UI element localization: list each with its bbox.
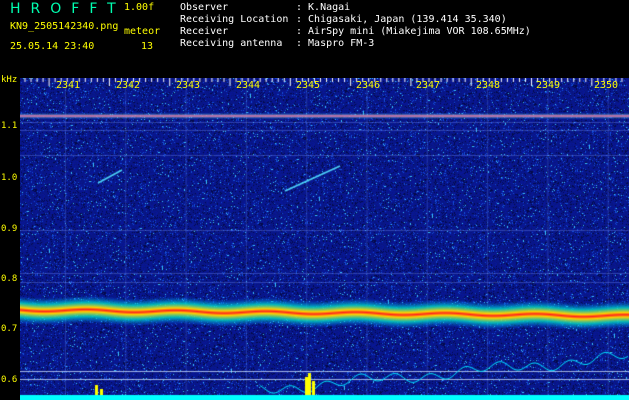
header-panel: HROFFT 1.00f KN9_2505142340.png 25.05.14… [0,0,629,78]
x-tick-label: 2343 [176,80,201,91]
x-tick-label: 2342 [116,80,141,91]
x-tick-label: 2349 [536,80,561,91]
x-tick-label: 2341 [56,80,81,91]
y-tick-label: 0.8 [1,274,18,284]
info-label-observer: Observer [180,2,229,13]
spectrogram [20,78,629,400]
info-label-antenna: Receiving antenna [180,38,283,49]
meteor-count: 13 [141,41,154,52]
x-tick-label: 2350 [594,80,619,91]
y-axis-unit: kHz [1,75,18,85]
info-value-location: : Chigasaki, Japan (139.414 35.340) [296,14,507,25]
y-tick-label: 1.0 [1,173,18,183]
info-value-observer: : K.Nagai [296,2,351,13]
info-label-location: Receiving Location [180,14,289,25]
info-label-receiver: Receiver [180,26,229,37]
app-logo: HROFFT [10,1,126,17]
x-tick-label: 2345 [296,80,321,91]
date-time: 25.05.14 23:40 [10,41,95,52]
y-tick-label: 1.1 [1,121,18,131]
x-tick-label: 2348 [476,80,501,91]
info-value-receiver: : AirSpy mini (Miakejima VOR 108.65MHz) [296,26,531,37]
info-value-antenna: : Maspro FM-3 [296,38,375,49]
file-name: KN9_2505142340.png [10,21,119,32]
x-tick-label: 2346 [356,80,381,91]
x-tick-label: 2344 [236,80,261,91]
y-tick-label: 0.7 [1,324,18,334]
y-tick-label: 0.6 [1,375,18,385]
version-label: 1.00f [124,2,155,13]
meteor-label: meteor [124,26,161,37]
y-tick-label: 0.9 [1,224,18,234]
x-tick-label: 2347 [416,80,441,91]
